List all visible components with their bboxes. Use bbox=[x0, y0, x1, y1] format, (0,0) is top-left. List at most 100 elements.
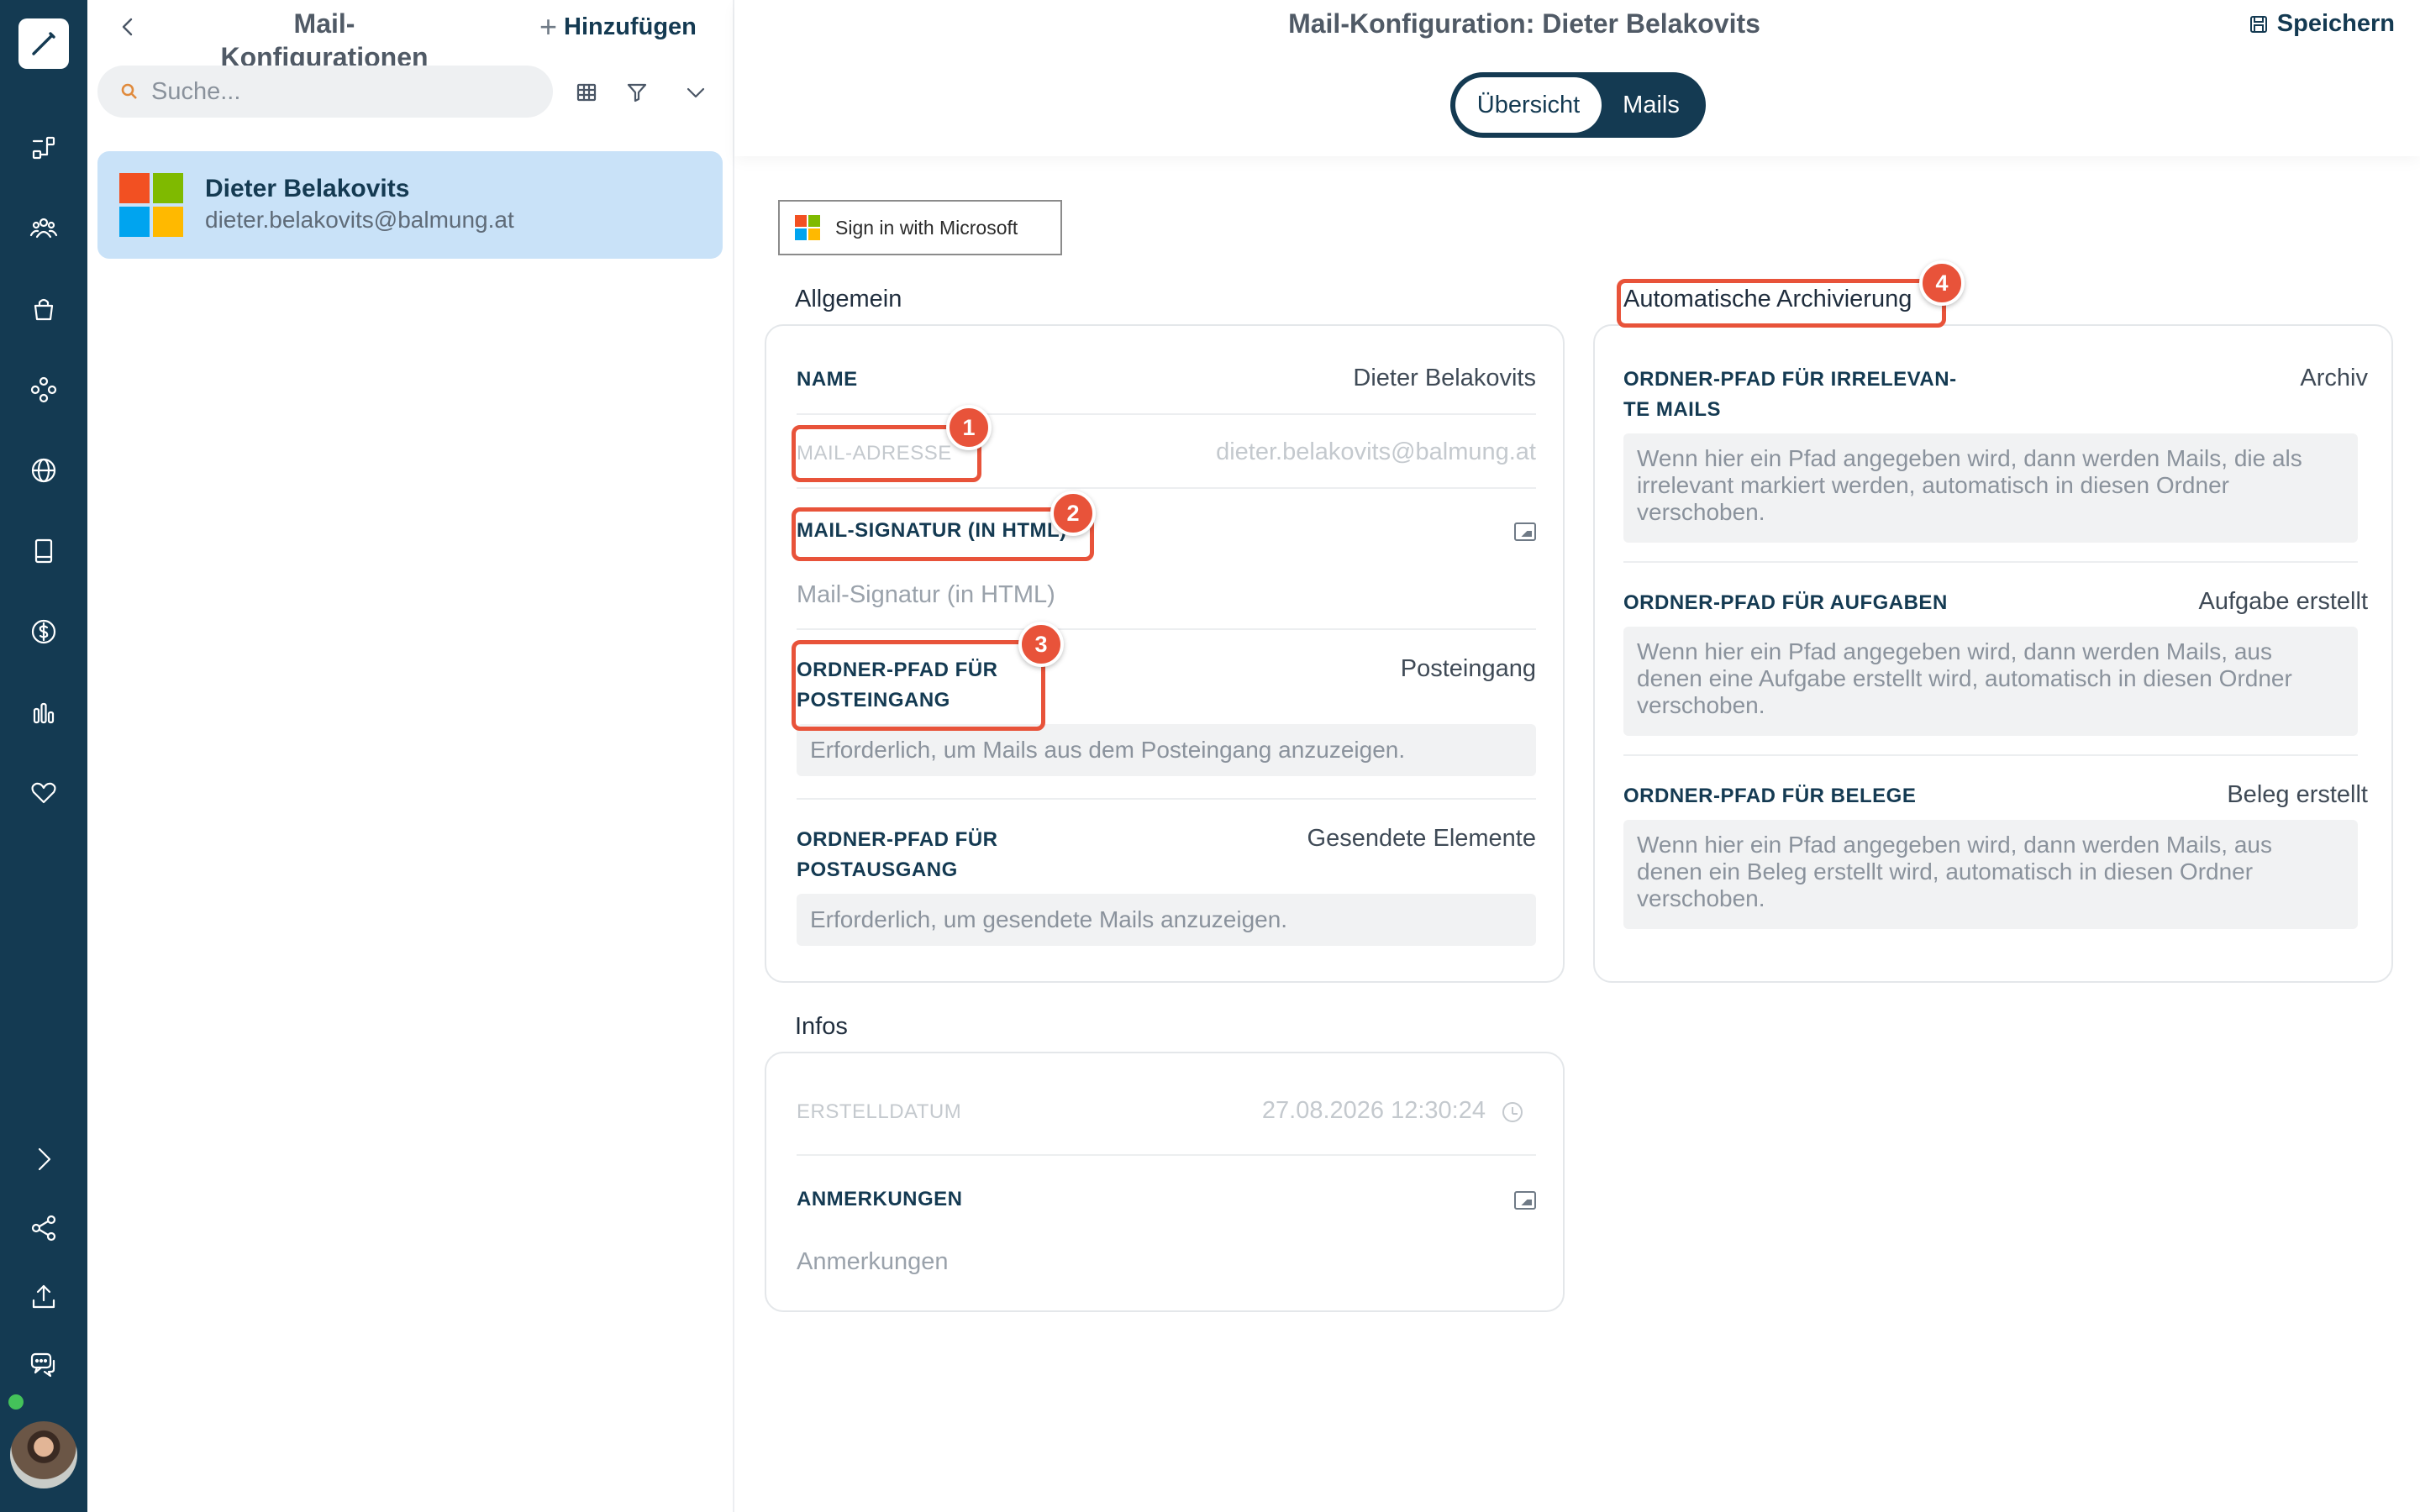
search-field[interactable] bbox=[97, 66, 553, 118]
field-value-mail-adresse: dieter.belakovits@balmung.at bbox=[1216, 438, 1536, 465]
field-aufgaben: ORDNER-PFAD FÜR AUFGABEN Aufgabe erstell… bbox=[1623, 588, 2368, 739]
field-erstelldatum: ERSTELLDATUM 27.08.2026 12:30:24 bbox=[797, 1097, 1536, 1131]
field-irrelevant: ORDNER-PFAD FÜR IRRELEVAN- TE MAILS Arch… bbox=[1623, 365, 2368, 558]
image-icon[interactable] bbox=[1514, 522, 1536, 541]
tab-uebersicht[interactable]: Übersicht bbox=[1455, 77, 1602, 133]
divider bbox=[1623, 561, 2358, 563]
field-value-posteingang: Posteingang bbox=[1400, 655, 1536, 682]
field-label-anmerkungen: ANMERKUNGEN bbox=[797, 1188, 963, 1210]
save-icon bbox=[2249, 15, 2267, 33]
divider bbox=[797, 413, 1536, 415]
list-item[interactable]: Dieter Belakovits dieter.belakovits@balm… bbox=[97, 151, 723, 259]
divider bbox=[1623, 754, 2358, 756]
dollar-icon[interactable] bbox=[24, 612, 64, 652]
bar-chart-icon[interactable] bbox=[24, 692, 64, 732]
list-panel: Mail-Konfigurationen + Hinzufügen Dieter… bbox=[87, 0, 734, 1512]
filter-icon[interactable] bbox=[618, 74, 655, 111]
save-button-label: Speichern bbox=[2276, 10, 2395, 37]
chat-icon[interactable] bbox=[24, 1344, 64, 1384]
belege-hint-line3: verschoben. bbox=[1637, 885, 1765, 911]
microsoft-logo-icon bbox=[795, 215, 820, 240]
add-button[interactable]: + Hinzufügen bbox=[539, 8, 697, 45]
posteingang-input[interactable]: Erforderlich, um Mails aus dem Posteinga… bbox=[797, 724, 1536, 776]
field-value-erstelldatum: 27.08.2026 12:30:24 bbox=[1261, 1097, 1486, 1124]
workflow-icon[interactable] bbox=[24, 128, 64, 168]
belege-input[interactable]: Wenn hier ein Pfad angegeben wird, dann … bbox=[1623, 820, 2358, 929]
divider bbox=[797, 1154, 1536, 1156]
highlight-box-3 bbox=[792, 640, 1045, 731]
belege-hint-line1: Wenn hier ein Pfad angegeben wird, dann … bbox=[1637, 832, 2272, 858]
chevron-left-icon bbox=[122, 18, 133, 36]
section-title-infos: Infos bbox=[795, 1013, 848, 1040]
highlight-badge-1: 1 bbox=[946, 405, 992, 450]
pen-icon bbox=[32, 32, 55, 55]
aufgaben-hint-line1: Wenn hier ein Pfad angegeben wird, dann … bbox=[1637, 638, 2272, 664]
sign-in-with-microsoft-button[interactable]: Sign in with Microsoft bbox=[778, 200, 1062, 255]
upload-icon[interactable] bbox=[24, 1277, 64, 1317]
aufgaben-input[interactable]: Wenn hier ein Pfad angegeben wird, dann … bbox=[1623, 627, 2358, 736]
table-view-icon[interactable] bbox=[568, 74, 605, 111]
belege-hint-line2: denen ein Beleg erstellt wird, automatis… bbox=[1637, 858, 2254, 885]
card-infos: ERSTELLDATUM 27.08.2026 12:30:24 ANMERKU… bbox=[765, 1052, 1565, 1312]
divider bbox=[797, 487, 1536, 489]
microsoft-logo-icon bbox=[119, 173, 183, 237]
list-item-name: Dieter Belakovits bbox=[205, 175, 410, 202]
list-item-email: dieter.belakovits@balmung.at bbox=[205, 207, 514, 233]
clock-icon bbox=[1502, 1102, 1523, 1122]
field-value-name: Dieter Belakovits bbox=[1353, 365, 1536, 391]
section-title-allgemein: Allgemein bbox=[795, 286, 902, 312]
aufgaben-hint-line2: denen eine Aufgabe erstellt wird, automa… bbox=[1637, 665, 2292, 691]
people-icon[interactable] bbox=[24, 208, 64, 249]
user-avatar[interactable] bbox=[10, 1421, 77, 1488]
add-button-label: Hinzufügen bbox=[564, 13, 697, 40]
field-value-irrelevant: Archiv bbox=[2300, 365, 2368, 391]
search-input[interactable] bbox=[151, 77, 504, 106]
field-label-irrelevant-line1: ORDNER-PFAD FÜR IRRELEVAN- bbox=[1623, 368, 1957, 391]
irrelevant-hint-line3: verschoben. bbox=[1637, 499, 1765, 525]
irrelevant-input[interactable]: Wenn hier ein Pfad angegeben wird, dann … bbox=[1623, 433, 2358, 543]
aufgaben-hint-line3: verschoben. bbox=[1637, 692, 1765, 718]
bag-icon[interactable] bbox=[24, 289, 64, 329]
field-belege: ORDNER-PFAD FÜR BELEGE Beleg erstellt We… bbox=[1623, 781, 2368, 932]
field-value-postausgang: Gesendete Elemente bbox=[1307, 825, 1536, 852]
field-value-aufgaben: Aufgabe erstellt bbox=[2198, 588, 2368, 615]
field-label-irrelevant-line2: TE MAILS bbox=[1623, 398, 1721, 421]
globe-icon[interactable] bbox=[24, 450, 64, 491]
main-header: Mail-Konfiguration: Dieter Belakovits Sp… bbox=[734, 0, 2420, 156]
tab-mails[interactable]: Mails bbox=[1602, 77, 1701, 133]
page-title: Mail-Konfiguration: Dieter Belakovits bbox=[1288, 8, 1760, 39]
app-rail bbox=[0, 0, 87, 1512]
share-icon[interactable] bbox=[24, 1208, 64, 1248]
highlight-badge-4: 4 bbox=[1919, 260, 1965, 306]
highlight-badge-2: 2 bbox=[1050, 491, 1096, 536]
divider bbox=[797, 798, 1536, 800]
back-button[interactable] bbox=[111, 10, 145, 44]
heart-icon[interactable] bbox=[24, 773, 64, 813]
list-title: Mail-Konfigurationen bbox=[220, 8, 429, 72]
image-icon[interactable] bbox=[1514, 1191, 1536, 1210]
field-anmerkungen[interactable]: ANMERKUNGEN Anmerkungen bbox=[797, 1184, 1536, 1294]
mail-signatur-input[interactable]: Mail-Signatur (in HTML) bbox=[797, 581, 1055, 609]
field-name[interactable]: NAME Dieter Belakovits bbox=[797, 365, 1536, 398]
field-postausgang: ORDNER-PFAD FÜR POSTAUSGANG Gesendete El… bbox=[797, 825, 1536, 959]
irrelevant-hint-line1: Wenn hier ein Pfad angegeben wird, dann … bbox=[1637, 445, 2302, 471]
postausgang-input[interactable]: Erforderlich, um gesendete Mails anzuzei… bbox=[797, 894, 1536, 946]
view-switcher: Übersicht Mails bbox=[1450, 72, 1706, 138]
field-label-postausgang-line2: POSTAUSGANG bbox=[797, 858, 958, 881]
search-icon bbox=[121, 83, 137, 99]
plus-icon: + bbox=[539, 9, 558, 44]
app-logo[interactable] bbox=[18, 18, 69, 69]
highlight-badge-3: 3 bbox=[1018, 622, 1064, 667]
anmerkungen-input[interactable]: Anmerkungen bbox=[797, 1248, 949, 1276]
modules-icon[interactable] bbox=[24, 370, 64, 410]
sign-in-label: Sign in with Microsoft bbox=[835, 216, 1018, 239]
highlight-box-2 bbox=[792, 507, 1094, 561]
chevron-right-icon[interactable] bbox=[24, 1139, 64, 1179]
field-value-belege: Beleg erstellt bbox=[2227, 781, 2368, 808]
irrelevant-hint-line2: irrelevant markiert werden, automatisch … bbox=[1637, 472, 2229, 498]
save-button[interactable]: Speichern bbox=[2249, 10, 2395, 38]
online-status-dot bbox=[8, 1394, 24, 1410]
divider bbox=[797, 628, 1536, 630]
chevron-down-icon[interactable] bbox=[677, 74, 714, 111]
book-icon[interactable] bbox=[24, 531, 64, 571]
